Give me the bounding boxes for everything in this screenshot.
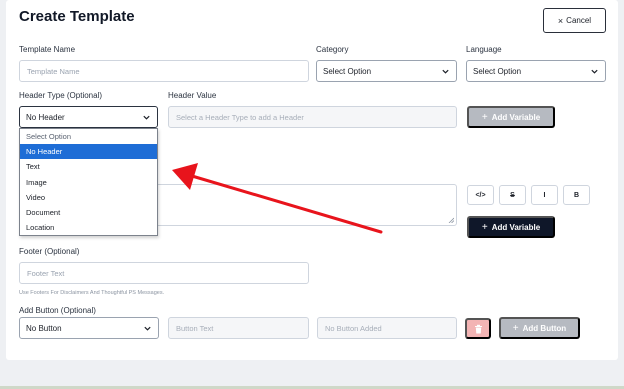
cancel-button[interactable]: × Cancel [543,8,606,33]
dropdown-option-image[interactable]: Image [20,175,157,190]
category-value: Select Option [323,66,372,76]
strikethrough-icon: S [510,191,515,199]
cancel-label: Cancel [566,16,592,25]
button-added-input[interactable]: No Button Added [317,317,457,339]
header-type-label: Header Type (Optional) [19,91,103,100]
strikethrough-format-button[interactable]: S [499,185,526,205]
language-select[interactable]: Select Option [466,60,606,82]
category-select[interactable]: Select Option [316,60,457,82]
header-value-label: Header Value [168,91,217,100]
plus-icon: + [481,111,488,123]
footer-input[interactable]: Footer Text [19,262,309,284]
add-variable-header-label: Add Variable [491,112,541,122]
dropdown-option-text[interactable]: Text [20,159,157,174]
dropdown-option-no-header[interactable]: No Header [20,144,157,160]
header-type-select[interactable]: No Header [19,106,158,128]
header-type-dropdown: Select Option No Header Text Image Video… [19,128,158,236]
plus-icon: + [481,221,488,233]
code-format-button[interactable]: </> [467,185,494,205]
button-type-value: No Button [26,323,62,333]
body-textarea[interactable] [150,184,457,226]
bold-icon: B [573,191,580,199]
code-icon: </> [475,191,486,199]
bold-format-button[interactable]: B [563,185,590,205]
footer-hint: Use Footers For Disclaimers And Thoughtf… [19,290,165,296]
chevron-down-icon [143,115,150,120]
language-value: Select Option [473,66,522,76]
dropdown-option-video[interactable]: Video [20,190,157,205]
close-icon: × [557,15,564,26]
header-value-input[interactable]: Select a Header Type to add a Header [168,106,457,128]
category-label: Category [316,45,349,54]
page-title: Create Template [19,8,135,25]
dropdown-option-location[interactable]: Location [20,220,157,235]
add-button-label: Add Button (Optional) [19,306,96,315]
button-text-input[interactable]: Button Text [168,317,309,339]
resize-handle-icon[interactable] [448,217,454,223]
footer-label: Footer (Optional) [19,247,80,256]
plus-icon: + [512,322,519,334]
chevron-down-icon [591,69,598,74]
delete-button[interactable] [465,318,491,339]
add-variable-body-label: Add Variable [491,222,541,232]
trash-icon [474,324,482,333]
chevron-down-icon [442,69,449,74]
dropdown-option-select-option[interactable]: Select Option [20,129,157,144]
language-label: Language [466,45,502,54]
italic-icon: I [543,191,546,199]
button-type-select[interactable]: No Button [19,317,159,339]
add-button-button[interactable]: + Add Button [499,317,580,339]
dropdown-option-document[interactable]: Document [20,205,157,220]
add-variable-header-button[interactable]: + Add Variable [467,106,555,128]
add-button-label-text: Add Button [522,323,567,333]
template-name-label: Template Name [19,45,76,54]
header-type-value: No Header [26,112,65,122]
chevron-down-icon [144,326,151,331]
italic-format-button[interactable]: I [531,185,558,205]
add-variable-body-button[interactable]: + Add Variable [467,216,555,238]
template-name-input[interactable]: Template Name [19,60,309,82]
